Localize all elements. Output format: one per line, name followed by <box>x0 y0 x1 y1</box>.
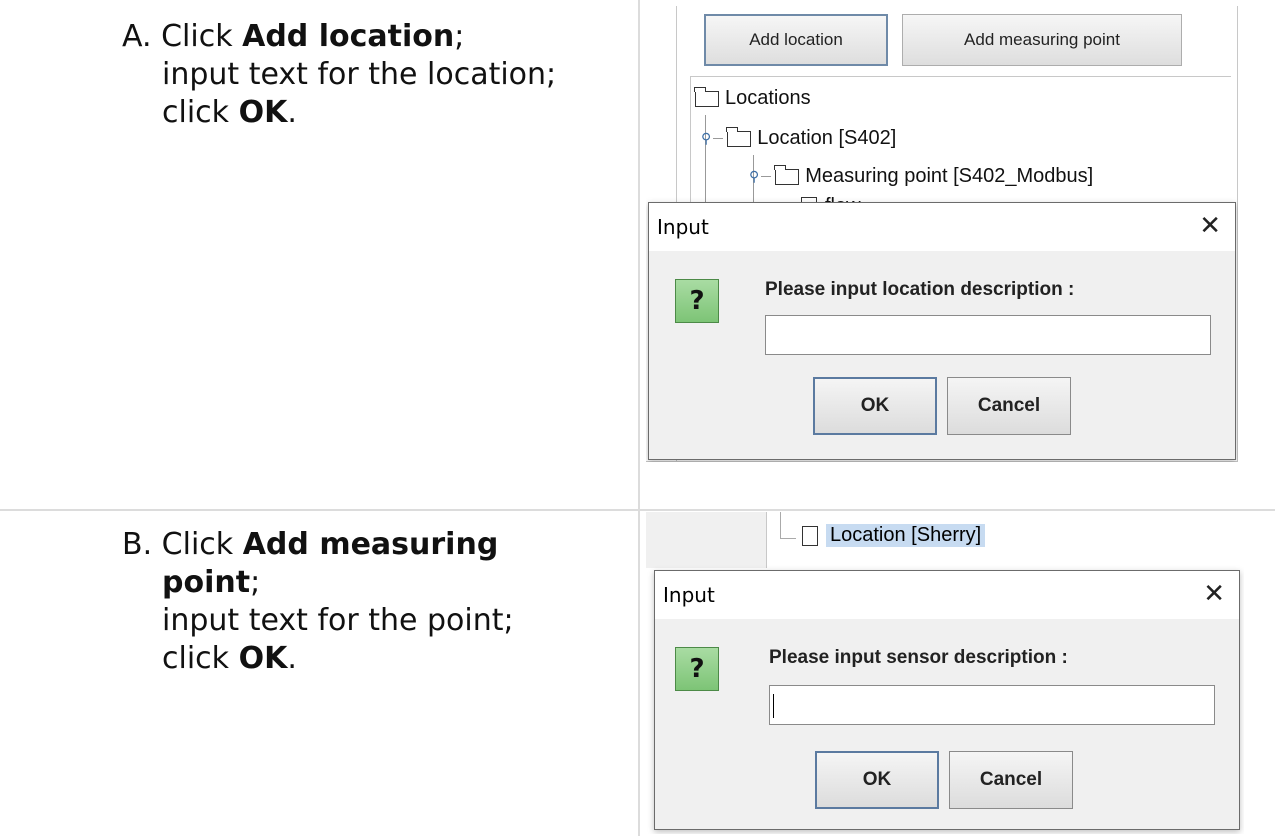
file-icon <box>802 525 818 546</box>
location-description-input[interactable] <box>765 315 1211 355</box>
step-a-instructions: A. Click Add location; input text for th… <box>122 18 556 132</box>
tree-node-location-s402[interactable]: ⚲ Location [S402] <box>701 126 896 150</box>
step-a-action: Add location <box>242 19 455 54</box>
dialog-title: Input <box>663 583 715 607</box>
screenshot-b: Location [Sherry] Input ✕ ? Please input… <box>646 512 1244 834</box>
ok-button[interactable]: OK <box>813 377 937 435</box>
add-measuring-point-button[interactable]: Add measuring point <box>902 14 1182 66</box>
step-b-line-3: click OK. <box>162 641 297 676</box>
step-a-line-1: A. Click Add location; <box>122 19 465 54</box>
input-dialog: Input ✕ ? Please input sensor descriptio… <box>654 570 1240 830</box>
step-b-line-2: input text for the point; <box>162 603 514 638</box>
dialog-titlebar: Input ✕ <box>655 571 1239 619</box>
dialog-titlebar: Input ✕ <box>649 203 1235 251</box>
step-a-line-2: input text for the location; <box>162 57 557 92</box>
tree-toggle-icon: ⚲ <box>701 130 712 146</box>
dialog-title: Input <box>657 215 709 239</box>
text-caret <box>773 694 774 718</box>
table-column-divider <box>638 0 640 836</box>
sensor-description-input[interactable] <box>769 685 1215 725</box>
step-b-line-1: B. Click Add measuring <box>122 527 499 562</box>
screenshot-a: Add location Add measuring point Locatio… <box>646 6 1238 462</box>
folder-icon <box>726 126 752 147</box>
tree-node-location-sherry[interactable]: Location [Sherry] <box>802 524 986 547</box>
add-location-button[interactable]: Add location <box>704 14 888 66</box>
step-b-line-1b: point; <box>162 565 261 600</box>
dialog-prompt: Please input location description : <box>765 279 1075 300</box>
close-icon[interactable]: ✕ <box>1199 211 1221 241</box>
question-icon: ? <box>675 647 719 691</box>
close-icon[interactable]: ✕ <box>1203 579 1225 609</box>
folder-icon <box>694 86 719 107</box>
question-icon: ? <box>675 279 719 323</box>
tree-node-locations[interactable]: Locations <box>694 86 811 110</box>
input-dialog: Input ✕ ? Please input location descript… <box>648 202 1236 460</box>
step-a-line-3: click OK. <box>162 95 297 130</box>
tree-toggle-icon: ⚲ <box>749 168 760 184</box>
table-row-divider <box>0 509 1275 511</box>
tree-node-measuring-point[interactable]: ⚲ Measuring point [S402_Modbus] <box>749 164 1093 188</box>
cancel-button[interactable]: Cancel <box>947 377 1071 435</box>
step-b-action: Add measuring <box>242 527 499 562</box>
step-b-instructions: B. Click Add measuring point; input text… <box>122 526 514 678</box>
dialog-prompt: Please input sensor description : <box>769 647 1068 668</box>
folder-icon <box>774 164 800 185</box>
cancel-button[interactable]: Cancel <box>949 751 1073 809</box>
ok-button[interactable]: OK <box>815 751 939 809</box>
